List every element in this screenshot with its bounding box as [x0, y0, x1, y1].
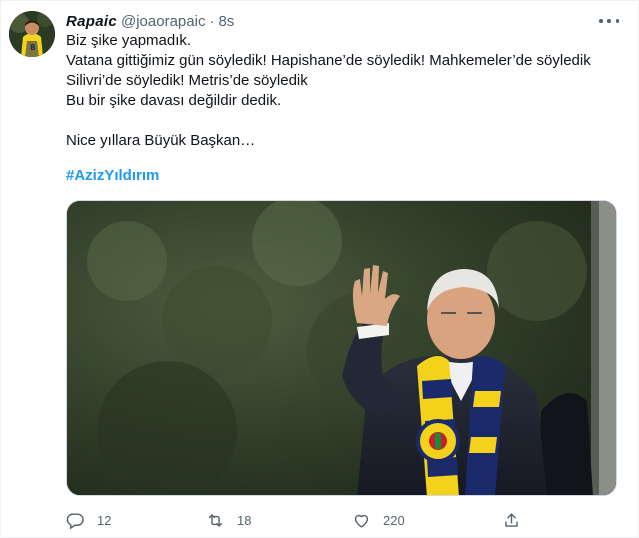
separator-dot: · [209, 12, 215, 30]
reply-count: 12 [97, 512, 112, 528]
tweet-photo[interactable] [66, 200, 617, 496]
user-handle[interactable]: @joaorapaic [121, 13, 205, 30]
reply-icon [66, 511, 85, 530]
share-icon [502, 511, 521, 530]
tweet-text: Biz şike yapmadık. Vatana gittiğimiz gün… [66, 31, 626, 151]
retweet-count: 18 [237, 512, 252, 528]
tweet-text-line [66, 111, 626, 131]
share-button[interactable] [502, 507, 521, 533]
avatar[interactable]: 8 [9, 11, 55, 57]
tweet-time[interactable]: 8s [218, 13, 234, 30]
reply-button[interactable]: 12 [66, 507, 111, 533]
like-count: 220 [383, 512, 405, 528]
tweet-text-line: Bu bir şike davası değildir dedik. [66, 92, 282, 109]
tweet-text-line: Silivri’de söyledik! Metris’de söyledik [66, 72, 308, 89]
tweet-text-line: Nice yıllara Büyük Başkan… [66, 132, 256, 149]
tweet-actions: 12 18 220 [66, 507, 536, 533]
display-name[interactable]: Rapaic [66, 13, 117, 30]
retweet-button[interactable]: 18 [206, 507, 251, 533]
tweet-header: Rapaic @joaorapaic · 8s [66, 12, 234, 30]
like-button[interactable]: 220 [352, 507, 405, 533]
more-options-icon[interactable] [599, 13, 619, 29]
tweet-text-line: Vatana gittiğimiz gün söyledik! Hapishan… [66, 52, 591, 69]
svg-text:8: 8 [30, 43, 36, 52]
heart-icon [352, 511, 371, 530]
tweet-card[interactable]: 8 Rapaic @joaorapaic · 8s Biz şike yapma… [0, 0, 639, 538]
retweet-icon [206, 511, 225, 530]
tweet-text-line: Biz şike yapmadık. [66, 32, 192, 49]
hashtag-link[interactable]: #AzizYıldırım [66, 167, 159, 184]
